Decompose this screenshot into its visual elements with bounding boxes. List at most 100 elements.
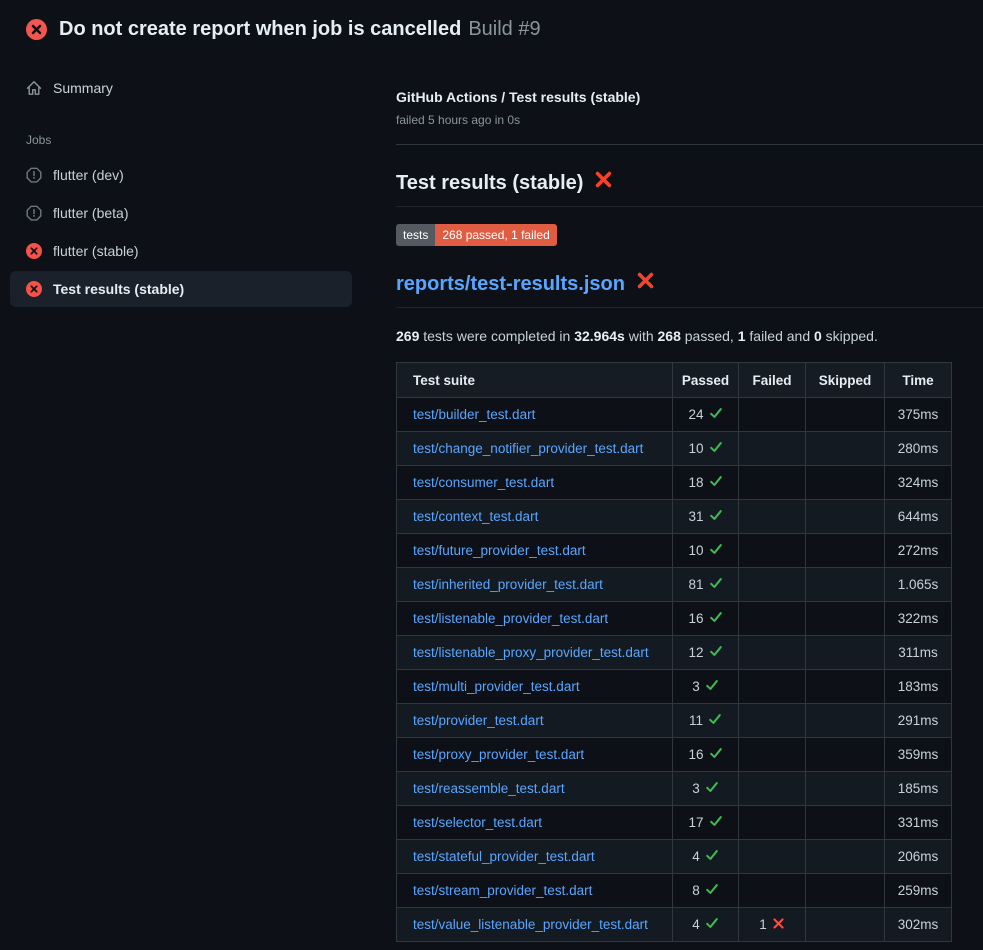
cell-test-suite: test/listenable_provider_test.dart bbox=[397, 602, 673, 636]
test-suite-link[interactable]: test/stream_provider_test.dart bbox=[413, 883, 592, 898]
cell-time: 206ms bbox=[885, 840, 952, 874]
cell-failed bbox=[739, 806, 806, 840]
passed-count: 3 bbox=[692, 679, 700, 694]
check-icon bbox=[709, 508, 723, 525]
table-row: test/proxy_provider_test.dart 16 359ms bbox=[397, 738, 952, 772]
main-content: GitHub Actions / Test results (stable) f… bbox=[352, 51, 983, 942]
cell-test-suite: test/value_listenable_provider_test.dart bbox=[397, 908, 673, 942]
report-file-heading: reports/test-results.json bbox=[396, 271, 983, 308]
summary-segment: passed, bbox=[681, 328, 738, 344]
badge-row: tests 268 passed, 1 failed bbox=[396, 207, 983, 246]
test-suite-link[interactable]: test/consumer_test.dart bbox=[413, 475, 554, 490]
check-icon bbox=[709, 814, 723, 831]
cell-test-suite: test/proxy_provider_test.dart bbox=[397, 738, 673, 772]
cell-time: 183ms bbox=[885, 670, 952, 704]
summary-segment: 269 bbox=[396, 328, 419, 344]
cell-passed: 10 bbox=[673, 534, 739, 568]
summary-segment: 1 bbox=[738, 328, 746, 344]
cell-time: 291ms bbox=[885, 704, 952, 738]
passed-count: 12 bbox=[688, 645, 703, 660]
table-row: test/reassemble_test.dart 3 185ms bbox=[397, 772, 952, 806]
check-icon bbox=[705, 916, 719, 933]
test-suite-link[interactable]: test/value_listenable_provider_test.dart bbox=[413, 917, 648, 932]
summary-segment: failed and bbox=[746, 328, 815, 344]
check-icon bbox=[709, 644, 723, 661]
sidebar-item-test-results-stable[interactable]: Test results (stable) bbox=[10, 271, 352, 307]
cell-passed: 8 bbox=[673, 874, 739, 908]
section-title-heading: Test results (stable) bbox=[396, 170, 983, 207]
cell-passed: 17 bbox=[673, 806, 739, 840]
table-row: test/inherited_provider_test.dart 81 1.065… bbox=[397, 568, 952, 602]
sidebar-item-label: Summary bbox=[53, 80, 113, 96]
cell-failed bbox=[739, 704, 806, 738]
summary-segment: with bbox=[625, 328, 658, 344]
sidebar-item-summary[interactable]: Summary bbox=[10, 70, 352, 106]
passed-count: 81 bbox=[688, 577, 703, 592]
passed-count: 16 bbox=[688, 611, 703, 626]
test-suite-link[interactable]: test/selector_test.dart bbox=[413, 815, 542, 830]
column-header-skipped: Skipped bbox=[806, 363, 885, 398]
test-summary-sentence: 269 tests were completed in 32.964s with… bbox=[396, 327, 983, 345]
cell-time: 322ms bbox=[885, 602, 952, 636]
passed-count: 3 bbox=[692, 781, 700, 796]
report-file-link[interactable]: reports/test-results.json bbox=[396, 272, 625, 296]
cell-test-suite: test/consumer_test.dart bbox=[397, 466, 673, 500]
cell-skipped bbox=[806, 874, 885, 908]
sidebar-item-label: flutter (beta) bbox=[53, 205, 128, 221]
cell-passed: 3 bbox=[673, 772, 739, 806]
passed-count: 10 bbox=[688, 543, 703, 558]
table-row: test/provider_test.dart11291ms bbox=[397, 704, 952, 738]
cell-test-suite: test/change_notifier_provider_test.dart bbox=[397, 432, 673, 466]
failed-x-icon bbox=[636, 271, 655, 296]
test-suite-link[interactable]: test/inherited_provider_test.dart bbox=[413, 577, 603, 592]
test-suite-link[interactable]: test/listenable_provider_test.dart bbox=[413, 611, 608, 626]
cell-skipped bbox=[806, 602, 885, 636]
sidebar-item-flutter-dev[interactable]: flutter (dev) bbox=[10, 157, 352, 193]
cell-skipped bbox=[806, 636, 885, 670]
test-suite-link[interactable]: test/multi_provider_test.dart bbox=[413, 679, 580, 694]
cell-skipped bbox=[806, 466, 885, 500]
cell-test-suite: test/listenable_proxy_provider_test.dart bbox=[397, 636, 673, 670]
test-suite-link[interactable]: test/proxy_provider_test.dart bbox=[413, 747, 584, 762]
column-header-passed: Passed bbox=[673, 363, 739, 398]
table-row: test/future_provider_test.dart10272ms bbox=[397, 534, 952, 568]
sidebar-item-flutter-beta[interactable]: flutter (beta) bbox=[10, 195, 352, 231]
column-header-failed: Failed bbox=[739, 363, 806, 398]
test-suite-link[interactable]: test/future_provider_test.dart bbox=[413, 543, 586, 558]
cell-failed bbox=[739, 840, 806, 874]
build-number: Build #9 bbox=[468, 18, 540, 40]
build-title-group: Do not create report when job is cancell… bbox=[59, 17, 541, 41]
cell-time: 311ms bbox=[885, 636, 952, 670]
cell-passed: 3 bbox=[673, 670, 739, 704]
cell-failed bbox=[739, 874, 806, 908]
cell-skipped bbox=[806, 772, 885, 806]
test-suite-link[interactable]: test/change_notifier_provider_test.dart bbox=[413, 441, 643, 456]
x-icon bbox=[772, 917, 785, 933]
cell-passed: 16 bbox=[673, 738, 739, 772]
check-icon bbox=[709, 746, 723, 763]
passed-count: 31 bbox=[688, 509, 703, 524]
cell-time: 185ms bbox=[885, 772, 952, 806]
table-row: test/change_notifier_provider_test.dart1… bbox=[397, 432, 952, 466]
test-suite-link[interactable]: test/builder_test.dart bbox=[413, 407, 535, 422]
cell-test-suite: test/multi_provider_test.dart bbox=[397, 670, 673, 704]
cell-passed: 31 bbox=[673, 500, 739, 534]
build-title: Do not create report when job is cancell… bbox=[59, 18, 461, 40]
cell-time: 280ms bbox=[885, 432, 952, 466]
test-suite-link[interactable]: test/provider_test.dart bbox=[413, 713, 544, 728]
home-icon bbox=[26, 80, 42, 96]
test-suite-link[interactable]: test/context_test.dart bbox=[413, 509, 538, 524]
test-suite-link[interactable]: test/reassemble_test.dart bbox=[413, 781, 565, 796]
cell-time: 359ms bbox=[885, 738, 952, 772]
cell-time: 1.065s bbox=[885, 568, 952, 602]
summary-segment: 0 bbox=[814, 328, 822, 344]
table-row: test/listenable_proxy_provider_test.dart… bbox=[397, 636, 952, 670]
passed-count: 4 bbox=[692, 917, 700, 932]
cell-skipped bbox=[806, 806, 885, 840]
sidebar-item-flutter-stable[interactable]: flutter (stable) bbox=[10, 233, 352, 269]
test-suite-link[interactable]: test/listenable_proxy_provider_test.dart bbox=[413, 645, 649, 660]
test-suite-link[interactable]: test/stateful_provider_test.dart bbox=[413, 849, 595, 864]
cell-failed bbox=[739, 500, 806, 534]
build-header: Do not create report when job is cancell… bbox=[0, 0, 983, 51]
summary-segment: tests were completed in bbox=[419, 328, 574, 344]
